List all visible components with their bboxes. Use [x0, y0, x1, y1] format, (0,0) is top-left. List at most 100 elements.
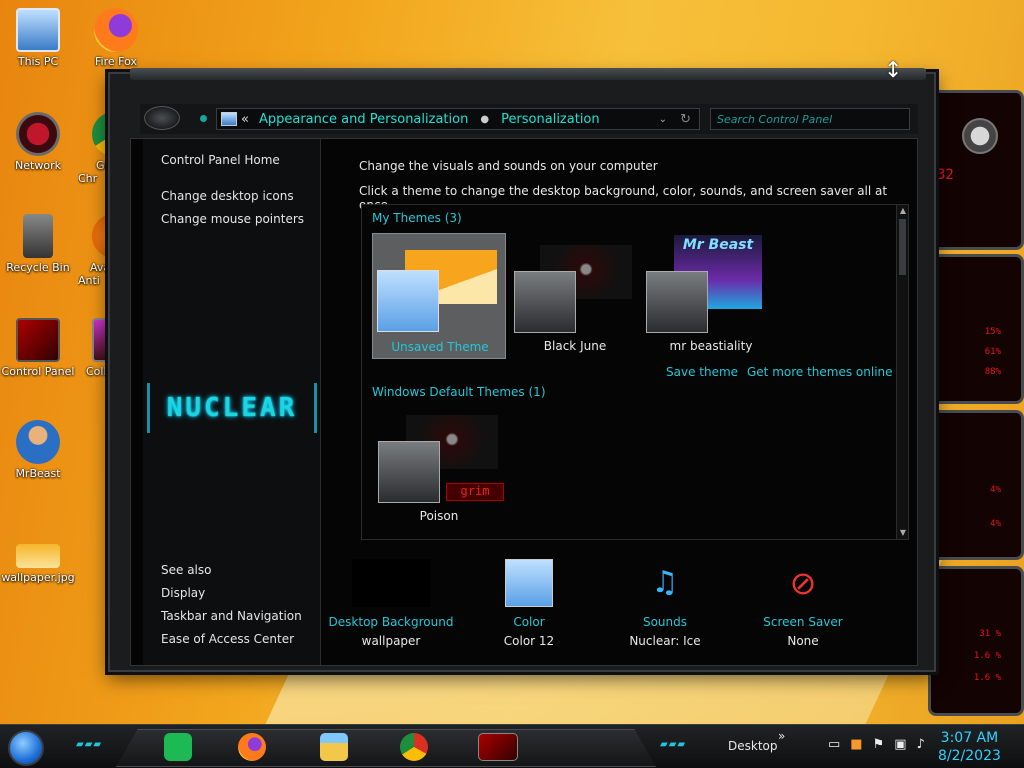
save-theme-link[interactable]: Save theme [666, 365, 738, 379]
start-button[interactable] [8, 730, 44, 766]
resize-cursor-icon: ↕ [884, 58, 903, 83]
flag-icon[interactable]: ⚑ [873, 737, 885, 752]
theme-color-swatch [514, 271, 576, 333]
chrome-icon [92, 112, 108, 156]
breadcrumb-chevron[interactable]: « [241, 112, 249, 127]
theme-label: Poison [419, 509, 459, 523]
desktop-icon-mrbeast[interactable]: MrBeast [0, 420, 76, 480]
color-swatch-icon [505, 559, 553, 607]
desktop-toolbar[interactable]: Desktop [728, 739, 778, 753]
breadcrumb-appearance[interactable]: Appearance and Personalization [259, 112, 468, 127]
window-title-bar[interactable] [130, 68, 926, 80]
desktop-background-setting[interactable]: Desktop Background wallpaper [321, 559, 461, 648]
alien-logo-icon [962, 118, 998, 154]
address-bar: « Appearance and Personalization ● Perso… [140, 104, 918, 134]
scroll-down-icon[interactable]: ▼ [898, 528, 908, 538]
computer-icon [221, 112, 237, 126]
image-file-icon [16, 544, 60, 568]
gadget-battery[interactable]: 31 % 1.6 % 1.6 % [928, 566, 1024, 716]
control-panel-icon [16, 318, 60, 362]
theme-color-swatch [378, 441, 440, 503]
setting-value: None [787, 634, 819, 648]
setting-label: Screen Saver [763, 615, 843, 629]
desktop-icon-control-panel[interactable]: Control Panel [0, 318, 76, 378]
desktop-icon-this-pc[interactable]: This PC [0, 8, 76, 68]
theme-black-june[interactable]: Black June [508, 233, 642, 359]
desktop-icon-avast[interactable]: Avas Anti [78, 214, 108, 287]
setting-label: Desktop Background [328, 615, 454, 629]
setting-value: Color 12 [503, 634, 555, 648]
theme-color-swatch [646, 271, 708, 333]
spotify-icon[interactable] [164, 733, 192, 761]
theme-label: Black June [543, 339, 607, 353]
sidebar: Control Panel Home Change desktop icons … [143, 139, 321, 665]
page-title: Change the visuals and sounds on your co… [359, 159, 658, 173]
collab-icon [92, 318, 108, 362]
scrollbar-thumb[interactable] [899, 219, 906, 275]
desktop-icon-collab[interactable]: Collab [78, 318, 108, 378]
chevron-down-icon[interactable]: ⌄ [659, 114, 667, 125]
desktop-icon-firefox[interactable]: Fire Fox [78, 8, 154, 68]
show-desktop-icon[interactable]: ▭ [828, 737, 840, 752]
sidebar-link-ease-of-access[interactable]: Ease of Access Center [161, 632, 294, 646]
system-tray: ▭ ■ ⚑ ▣ ♪ [828, 737, 925, 752]
see-also-heading: See also [161, 563, 212, 577]
back-button[interactable] [144, 106, 180, 130]
gadget-column: 32 15% 61% 88% 4% 4% 31 % 1.6 % 1.6 % [928, 76, 1024, 716]
desktop-icon-chrome[interactable]: Go Chr [78, 112, 108, 185]
sidebar-link-home[interactable]: Control Panel Home [161, 153, 280, 167]
scroll-up-icon[interactable]: ▲ [898, 206, 908, 216]
sounds-setting[interactable]: ♫ Sounds Nuclear: Ice [595, 559, 735, 648]
taskbar-pinned-area [116, 729, 656, 767]
desktop-icon-network[interactable]: Network [0, 112, 76, 172]
avast-icon [92, 214, 108, 258]
main-panel: Change the visuals and sounds on your co… [327, 139, 917, 665]
sidebar-link-display[interactable]: Display [161, 586, 205, 600]
themes-list: My Themes (3) Unsaved Theme Black June M… [361, 204, 909, 540]
theme-mr-beastiality[interactable]: Mr Beast mr beastiality [644, 233, 778, 359]
theme-unsaved[interactable]: Unsaved Theme [372, 233, 506, 359]
wallpaper-thumbnail [352, 559, 430, 607]
network-tray-icon[interactable]: ▣ [894, 737, 906, 752]
breadcrumb-personalization[interactable]: Personalization [501, 112, 600, 127]
sidebar-link-mouse-pointers[interactable]: Change mouse pointers [161, 212, 304, 226]
personalization-window: ↕ « Appearance and Personalization ● Per… [108, 60, 936, 672]
breadcrumb[interactable]: « Appearance and Personalization ● Perso… [216, 108, 700, 130]
color-setting[interactable]: Color Color 12 [459, 559, 599, 648]
theme-color-swatch [377, 270, 439, 332]
sidebar-link-taskbar[interactable]: Taskbar and Navigation [161, 609, 302, 623]
file-explorer-icon[interactable] [320, 733, 348, 761]
taskbar-decoration: ▰▰▰ [76, 739, 103, 750]
chrome-icon[interactable] [400, 733, 428, 761]
gadget-network[interactable]: 4% 4% [928, 410, 1024, 560]
default-themes-heading: Windows Default Themes (1) [372, 385, 546, 399]
firefox-icon[interactable] [238, 733, 266, 761]
themes-scrollbar[interactable]: ▲ ▼ [896, 205, 908, 539]
network-icon [16, 112, 60, 156]
clock-date: 8/2/2023 [938, 748, 1001, 764]
clock[interactable]: 3:07 AM 8/2/2023 [938, 729, 1001, 765]
setting-label: Color [513, 615, 545, 629]
screen-saver-setting[interactable]: ⊘ Screen Saver None [733, 559, 873, 648]
content-area: Control Panel Home Change desktop icons … [130, 138, 918, 666]
forward-button[interactable] [200, 115, 207, 122]
gadget-cpu[interactable]: 32 [928, 90, 1024, 250]
theme-badge: grim [446, 483, 504, 501]
sidebar-link-desktop-icons[interactable]: Change desktop icons [161, 189, 294, 203]
firefox-icon [94, 8, 138, 52]
get-more-themes-link[interactable]: Get more themes online [747, 365, 893, 379]
volume-icon[interactable]: ♪ [917, 737, 925, 752]
app-tray-icon[interactable]: ■ [850, 737, 862, 752]
desktop-icon-wallpaper[interactable]: wallpaper.jpg [0, 524, 76, 584]
theme-poison[interactable]: grim Poison [372, 413, 506, 539]
refresh-icon[interactable]: ↻ [680, 112, 691, 127]
taskbar-decoration: ▰▰▰ [660, 739, 687, 750]
theme-label: Unsaved Theme [391, 340, 489, 354]
search-input[interactable]: Search Control Panel [710, 108, 910, 130]
toolbar-chevron-icon[interactable]: » [778, 729, 785, 743]
recycle-bin-icon [23, 214, 53, 258]
gadget-disk[interactable]: 15% 61% 88% [928, 254, 1024, 404]
control-panel-task-icon[interactable] [478, 733, 518, 761]
desktop-icon-recycle-bin[interactable]: Recycle Bin [0, 214, 76, 274]
setting-value: wallpaper [361, 634, 421, 648]
